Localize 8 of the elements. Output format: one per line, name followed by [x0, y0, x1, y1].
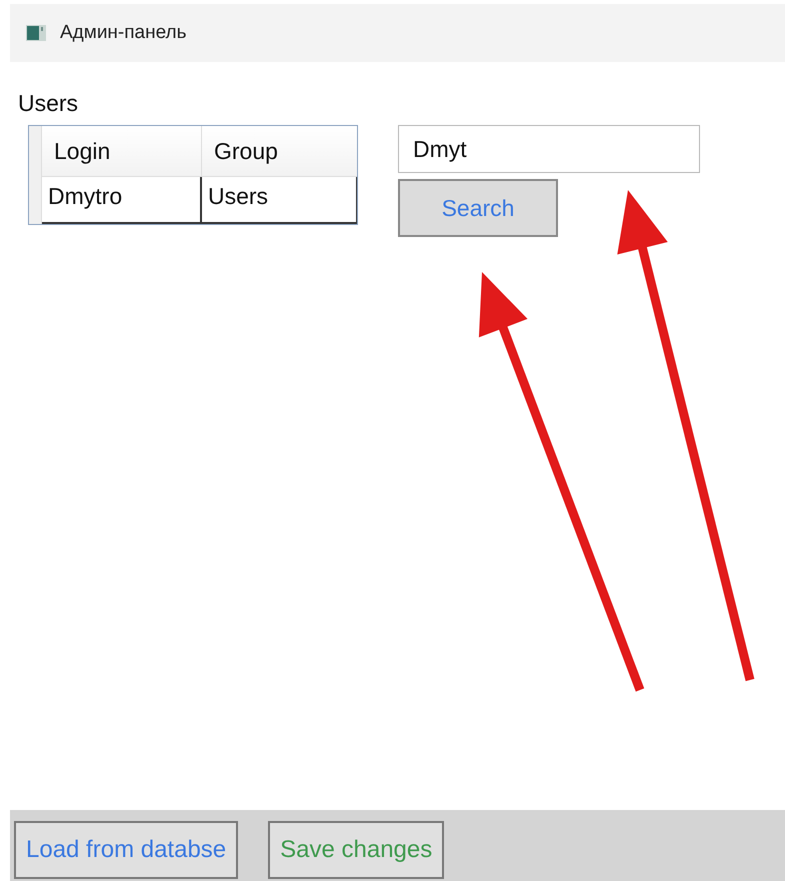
column-header[interactable]: Login — [42, 126, 202, 176]
column-header[interactable]: Group — [202, 126, 357, 176]
table-cell-text: Users — [207, 182, 270, 211]
search-field[interactable]: Dmyt — [398, 125, 700, 173]
table-cell: Dmytro — [42, 177, 202, 222]
users-label: Users — [18, 90, 78, 117]
window-title: Админ-панель — [60, 22, 187, 44]
app-icon — [26, 24, 46, 42]
